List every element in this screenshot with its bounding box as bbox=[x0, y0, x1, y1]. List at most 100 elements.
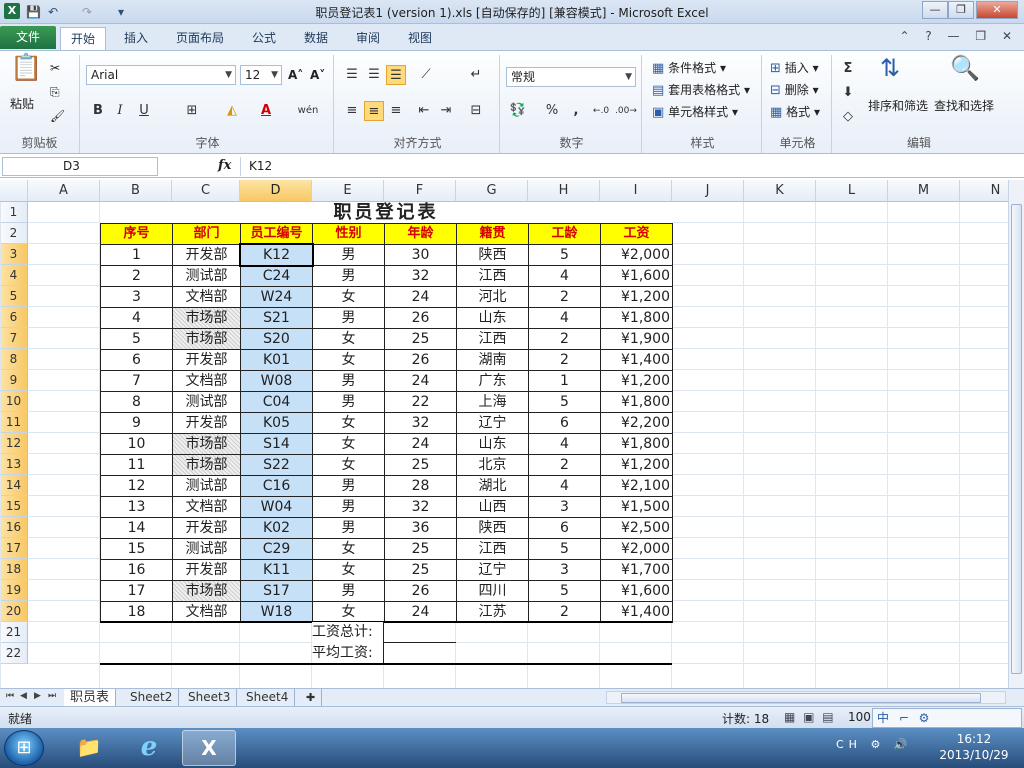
table-cell[interactable]: 市场部 bbox=[172, 454, 241, 476]
row-header-12[interactable]: 12 bbox=[0, 433, 28, 454]
table-cell[interactable]: 28 bbox=[384, 475, 457, 497]
table-cell[interactable]: 1 bbox=[100, 244, 173, 266]
decrease-decimal-button[interactable]: .00→ bbox=[614, 101, 638, 121]
table-cell[interactable]: 测试部 bbox=[172, 538, 241, 560]
increase-decimal-button[interactable]: ←.0 bbox=[590, 101, 612, 121]
number-format-select[interactable]: 常规 ▼ bbox=[506, 67, 636, 87]
table-cell[interactable]: 男 bbox=[312, 517, 385, 539]
table-cell[interactable]: 16 bbox=[100, 559, 173, 581]
column-header-l[interactable]: L bbox=[816, 180, 888, 202]
table-cell[interactable]: 4 bbox=[100, 307, 173, 329]
fill-color-button[interactable]: ◭ bbox=[222, 101, 242, 121]
increase-indent-icon[interactable]: ⇥ bbox=[436, 101, 456, 121]
row-header-2[interactable]: 2 bbox=[0, 223, 28, 244]
table-cell[interactable]: 36 bbox=[384, 517, 457, 539]
align-top-icon[interactable]: ☰ bbox=[342, 65, 362, 85]
align-bottom-icon[interactable]: ☰ bbox=[386, 65, 406, 85]
table-cell[interactable]: 24 bbox=[384, 286, 457, 308]
table-cell[interactable]: 江西 bbox=[456, 265, 529, 287]
table-cell[interactable]: 市场部 bbox=[172, 433, 241, 455]
table-cell[interactable]: ¥1,200 bbox=[600, 370, 673, 392]
table-cell[interactable]: 2 bbox=[528, 286, 601, 308]
table-cell[interactable]: ¥2,200 bbox=[600, 412, 673, 434]
table-cell[interactable]: W18 bbox=[240, 601, 313, 623]
phonetic-button[interactable]: wén bbox=[294, 101, 322, 121]
table-cell[interactable]: ¥1,700 bbox=[600, 559, 673, 581]
row-header-11[interactable]: 11 bbox=[0, 412, 28, 433]
table-cell[interactable]: 4 bbox=[528, 265, 601, 287]
table-cell[interactable]: 13 bbox=[100, 496, 173, 518]
table-cell[interactable]: 陕西 bbox=[456, 517, 529, 539]
row-header-3[interactable]: 3 bbox=[0, 244, 28, 265]
autosum-icon[interactable]: Σ bbox=[838, 59, 858, 79]
table-header-cell[interactable]: 工资 bbox=[600, 223, 673, 245]
table-cell[interactable]: 6 bbox=[528, 517, 601, 539]
sheet-title[interactable]: 职员登记表 bbox=[100, 202, 672, 223]
row-header-7[interactable]: 7 bbox=[0, 328, 28, 349]
table-cell[interactable]: 文档部 bbox=[172, 286, 241, 308]
table-cell[interactable]: 男 bbox=[312, 391, 385, 413]
table-cell[interactable]: 5 bbox=[528, 538, 601, 560]
bold-button[interactable]: B bbox=[88, 101, 108, 121]
column-header-c[interactable]: C bbox=[172, 180, 240, 202]
column-header-d[interactable]: D bbox=[240, 180, 312, 202]
ribbon-window-controls[interactable]: ⌃ ? — ❐ ✕ bbox=[900, 29, 1019, 43]
sheet-tab-staff[interactable]: 职员表 bbox=[64, 689, 117, 707]
table-header-cell[interactable]: 性别 bbox=[312, 223, 385, 245]
table-header-cell[interactable]: 部门 bbox=[172, 223, 241, 245]
align-left-icon[interactable]: ≡ bbox=[342, 101, 362, 121]
table-cell[interactable]: 江西 bbox=[456, 328, 529, 350]
table-cell[interactable]: 1 bbox=[528, 370, 601, 392]
table-cell[interactable]: 市场部 bbox=[172, 580, 241, 602]
table-cell[interactable]: ¥2,100 bbox=[600, 475, 673, 497]
column-header-j[interactable]: J bbox=[672, 180, 744, 202]
table-cell[interactable]: K11 bbox=[240, 559, 313, 581]
restore-button[interactable]: ❐ bbox=[948, 1, 974, 19]
sheet-tab-sheet4[interactable]: Sheet4 bbox=[240, 689, 296, 707]
column-header-n[interactable]: N bbox=[960, 180, 1008, 202]
table-cell[interactable]: 4 bbox=[528, 475, 601, 497]
table-cell[interactable]: 四川 bbox=[456, 580, 529, 602]
internet-explorer-icon[interactable]: e bbox=[122, 730, 176, 766]
table-cell[interactable]: 2 bbox=[528, 454, 601, 476]
ime-toolbar[interactable]: 中 ⌐ ⚙ bbox=[872, 708, 1022, 728]
paste-icon[interactable]: 📋 bbox=[10, 55, 42, 81]
shrink-font-button[interactable]: A˅ bbox=[310, 66, 325, 84]
excel-taskbar-icon[interactable]: X bbox=[182, 730, 236, 766]
table-cell[interactable]: 江西 bbox=[456, 538, 529, 560]
table-cell[interactable]: K02 bbox=[240, 517, 313, 539]
row-header-1[interactable]: 1 bbox=[0, 202, 28, 223]
column-header-f[interactable]: F bbox=[384, 180, 456, 202]
table-header-cell[interactable]: 工龄 bbox=[528, 223, 601, 245]
find-select-button[interactable]: 查找和选择 bbox=[934, 97, 994, 115]
row-header-19[interactable]: 19 bbox=[0, 580, 28, 601]
row-header-9[interactable]: 9 bbox=[0, 370, 28, 391]
table-cell[interactable]: 辽宁 bbox=[456, 412, 529, 434]
table-cell[interactable]: 30 bbox=[384, 244, 457, 266]
tab-file[interactable]: 文件 bbox=[0, 26, 56, 49]
system-tray[interactable]: CH ⚙ 🔊 bbox=[836, 738, 913, 751]
table-cell[interactable]: ¥1,600 bbox=[600, 580, 673, 602]
table-cell[interactable]: ¥2,000 bbox=[600, 244, 673, 266]
close-button[interactable]: ✕ bbox=[976, 1, 1018, 19]
table-cell[interactable]: ¥2,000 bbox=[600, 538, 673, 560]
horizontal-scrollbar[interactable] bbox=[606, 691, 1006, 704]
percent-button[interactable]: % bbox=[542, 101, 562, 121]
align-center-icon[interactable]: ≡ bbox=[364, 101, 384, 121]
border-button[interactable]: ⊞ bbox=[182, 101, 202, 121]
grow-font-button[interactable]: A˄ bbox=[288, 66, 303, 84]
tab-view[interactable]: 视图 bbox=[398, 27, 442, 50]
table-cell[interactable]: 市场部 bbox=[172, 328, 241, 350]
table-cell[interactable]: 市场部 bbox=[172, 307, 241, 329]
table-cell[interactable]: 男 bbox=[312, 244, 385, 266]
table-cell[interactable]: ¥1,800 bbox=[600, 391, 673, 413]
table-cell[interactable]: 3 bbox=[528, 559, 601, 581]
table-cell[interactable]: S20 bbox=[240, 328, 313, 350]
next-sheet-icon[interactable]: ▶ bbox=[34, 691, 41, 701]
find-select-icon[interactable]: 🔍 bbox=[950, 56, 980, 80]
table-cell[interactable]: 25 bbox=[384, 538, 457, 560]
row-header-8[interactable]: 8 bbox=[0, 349, 28, 370]
copy-icon[interactable]: ⎘ bbox=[50, 83, 60, 101]
align-right-icon[interactable]: ≡ bbox=[386, 101, 406, 121]
row-header-10[interactable]: 10 bbox=[0, 391, 28, 412]
